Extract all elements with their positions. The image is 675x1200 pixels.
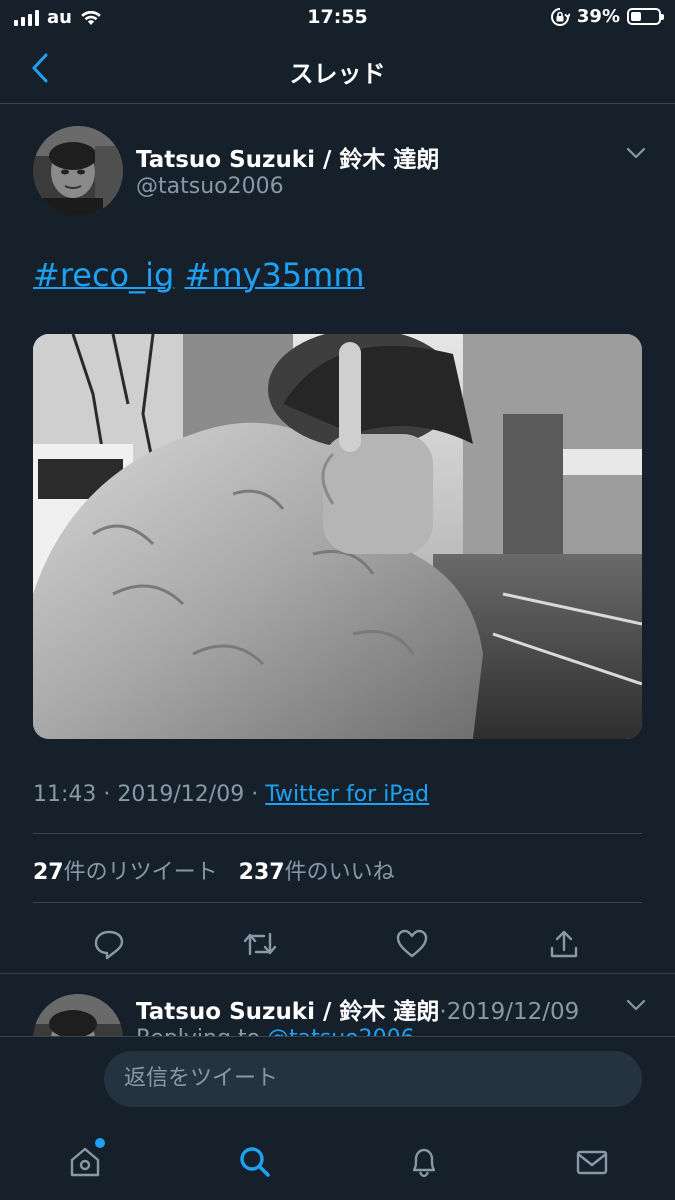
photo-image [33,334,642,739]
tweet-time: 11:43 [33,782,97,807]
divider [0,973,675,974]
hashtag-link[interactable]: #my35mm [185,256,365,294]
retweet-button[interactable] [240,924,280,964]
share-button[interactable] [544,924,584,964]
retweet-icon [243,932,277,956]
retweets-count: 27 [33,860,64,885]
user-handle[interactable]: @tatsuo2006 [136,174,284,199]
battery-percent: 39% [576,6,620,27]
page-title: スレッド [289,60,386,88]
reply-author[interactable]: Tatsuo Suzuki / 鈴木 達朗·2019/12/09 [136,992,579,1026]
avatar-photo [33,126,123,216]
status-right: 39% [550,6,664,27]
tab-home[interactable] [63,1138,107,1184]
tweet-date: 2019/12/09 [117,782,245,807]
meta-separator: · [439,999,447,1025]
status-bar: au 17:55 39% [0,0,675,36]
tweet-actions [0,916,675,974]
display-name[interactable]: Tatsuo Suzuki / 鈴木 達朗 [136,140,439,174]
messages-icon [576,1150,608,1175]
search-icon [240,1147,270,1177]
share-icon [550,930,578,958]
tab-bar [0,1126,675,1200]
replying-prefix: Replying to [136,1026,260,1036]
tab-messages[interactable] [570,1140,614,1184]
reply-input[interactable]: 返信をツイート [104,1051,642,1107]
chevron-down-icon [626,999,646,1011]
meta-separator: · [103,782,111,807]
tweet-source-link[interactable]: Twitter for iPad [265,782,429,807]
avatar[interactable] [33,126,123,216]
tweet-menu-button[interactable] [625,142,647,164]
tweet-photo[interactable] [33,334,642,739]
battery-level [631,12,642,21]
notifications-icon [412,1148,436,1178]
reply-icon [94,930,124,960]
meta-separator: · [251,782,259,807]
reply-date: 2019/12/09 [446,999,580,1025]
tab-search[interactable] [233,1140,277,1184]
likes-label: 件のいいね [284,860,395,885]
avatar[interactable] [33,994,123,1036]
divider [33,833,642,834]
display-name: Tatsuo Suzuki / 鈴木 達朗 [136,999,440,1025]
chevron-down-icon [626,147,646,159]
hashtag-link[interactable]: #reco_ig [33,256,174,294]
like-button[interactable] [392,924,432,964]
retweets-label: 件のリツイート [63,860,218,885]
notification-dot [95,1138,105,1148]
replying-to: Replying to @tatsuo2006 [136,1026,415,1036]
reply-button[interactable] [89,924,129,964]
reply-composer: 返信をツイート [0,1036,675,1126]
reply-tweet[interactable]: Tatsuo Suzuki / 鈴木 達朗·2019/12/09 Replyin… [0,976,675,1036]
tab-notifications[interactable] [402,1140,446,1184]
like-icon [396,929,428,958]
likes-count: 237 [238,860,285,885]
rotation-lock-icon [550,7,570,26]
tweet-meta: 11:43 · 2019/12/09 · Twitter for iPad [33,782,429,807]
tweet-menu-button[interactable] [625,994,647,1016]
likes-stat[interactable]: 237件のいいね [239,860,395,885]
battery-icon [627,8,664,25]
divider [33,902,642,903]
avatar-photo [33,994,123,1036]
tweet-stats: 27件のリツイート 237件のいいね [33,854,395,886]
mention-link[interactable]: @tatsuo2006 [267,1026,415,1036]
retweets-stat[interactable]: 27件のリツイート [33,860,218,885]
nav-bar: スレッド [0,36,675,104]
home-icon [70,1147,100,1177]
tweet-text: #reco_ig #my35mm [33,256,364,294]
